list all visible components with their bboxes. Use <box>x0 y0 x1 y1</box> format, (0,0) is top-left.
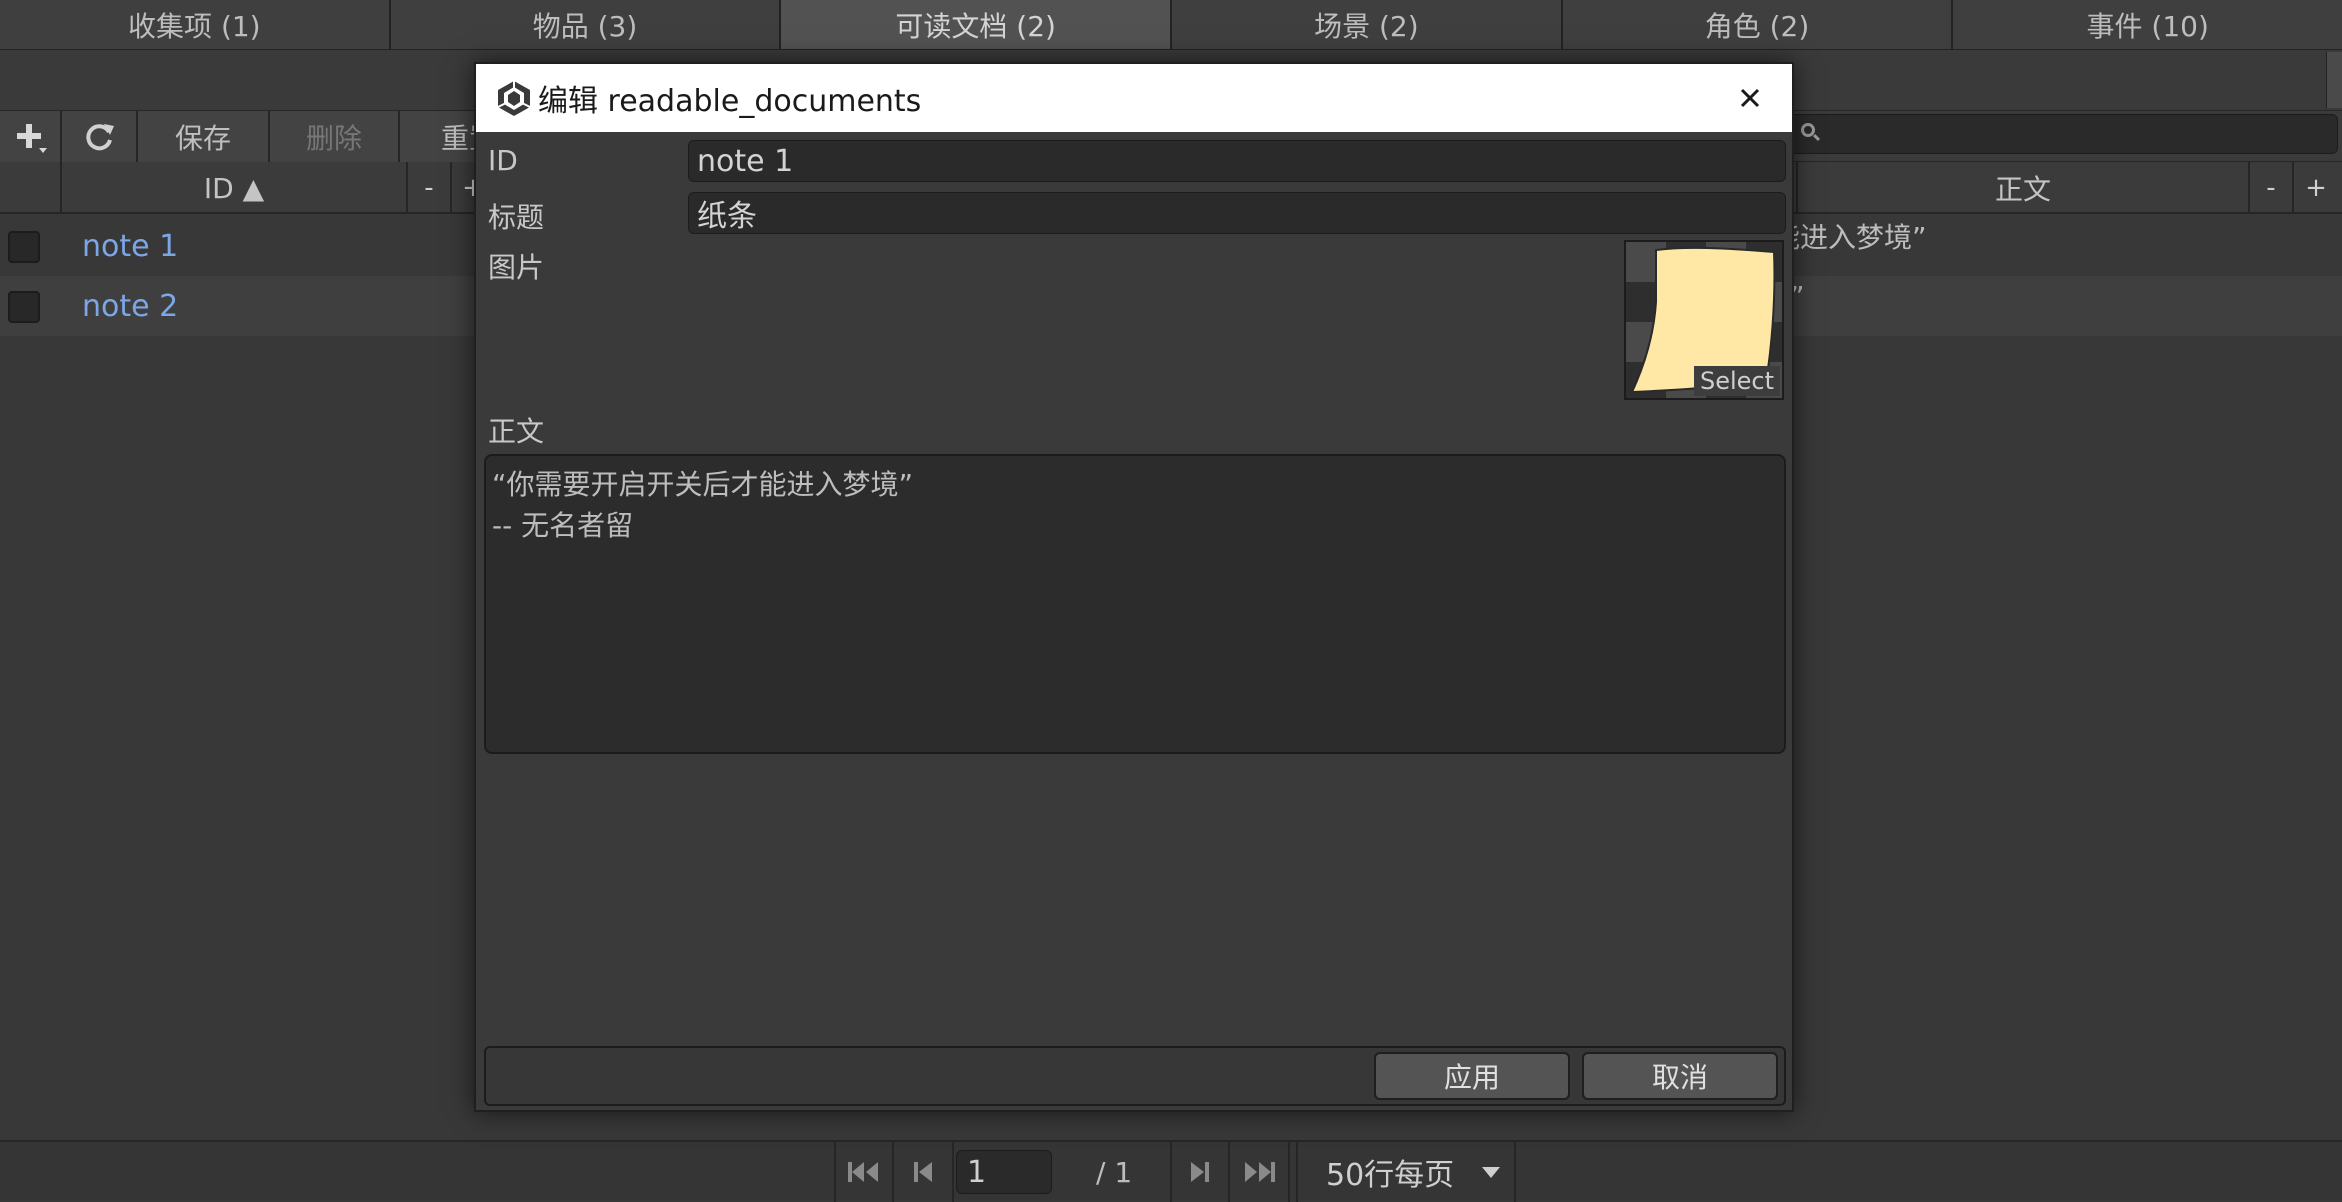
tab-events[interactable]: 事件 (10) <box>1953 0 2342 49</box>
tab-items[interactable]: 物品 (3) <box>390 0 782 49</box>
save-button[interactable]: 保存 <box>138 111 270 163</box>
last-page-icon <box>1245 1162 1275 1182</box>
search-icon <box>1801 123 1815 137</box>
page-total: / 1 <box>1096 1155 1133 1189</box>
id-field[interactable]: note 1 <box>688 140 1786 182</box>
cancel-button[interactable]: 取消 <box>1582 1052 1778 1100</box>
next-page-button[interactable] <box>1170 1142 1230 1202</box>
category-tabs: 收集项 (1) 物品 (3) 可读文档 (2) 场景 (2) 角色 (2) 事件… <box>0 0 2342 50</box>
id-label: ID <box>488 144 518 177</box>
apply-button[interactable]: 应用 <box>1374 1052 1570 1100</box>
pagination-bar: 1 / 1 50行每页 <box>0 1140 2342 1202</box>
add-button[interactable] <box>0 111 62 163</box>
row-checkbox[interactable] <box>8 231 40 263</box>
column-body-expand-button[interactable]: + <box>2294 162 2338 214</box>
refresh-button[interactable] <box>62 111 138 163</box>
row-checkbox[interactable] <box>8 291 40 323</box>
plus-icon <box>17 124 47 153</box>
title-label: 标题 <box>488 201 545 234</box>
close-icon[interactable] <box>1730 78 1770 118</box>
page-size-select[interactable]: 50行每页 <box>1296 1142 1516 1202</box>
chevron-down-icon <box>1482 1167 1500 1178</box>
delete-button[interactable]: 删除 <box>270 111 400 163</box>
dialog-title-bar: 编辑 readable_documents <box>476 64 1792 132</box>
search-input[interactable] <box>1790 114 2338 154</box>
dialog-footer: 应用 取消 <box>484 1046 1786 1106</box>
tab-readable-documents[interactable]: 可读文档 (2) <box>781 0 1173 49</box>
body-label: 正文 <box>488 415 545 448</box>
first-page-button[interactable] <box>834 1142 894 1202</box>
prev-page-button[interactable] <box>894 1142 954 1202</box>
tab-characters[interactable]: 角色 (2) <box>1562 0 1954 49</box>
body-textarea[interactable]: “你需要开启开关后才能进入梦境” -- 无名者留 <box>484 454 1786 754</box>
tab-collectibles[interactable]: 收集项 (1) <box>0 0 391 49</box>
column-id-shrink-button[interactable]: - <box>408 162 452 214</box>
dialog-title: 编辑 readable_documents <box>538 84 922 119</box>
tab-scenes[interactable]: 场景 (2) <box>1172 0 1563 49</box>
column-header-id[interactable]: ID ▲ <box>62 162 408 214</box>
last-page-button[interactable] <box>1230 1142 1290 1202</box>
column-body-shrink-button[interactable]: - <box>2250 162 2294 214</box>
page-number-input[interactable]: 1 <box>956 1150 1052 1194</box>
column-header-body[interactable]: 正文 <box>1796 162 2250 214</box>
row-id-link[interactable]: note 2 <box>82 276 178 336</box>
page-size-label: 50行每页 <box>1326 1158 1455 1193</box>
title-field[interactable]: 纸条 <box>688 192 1786 234</box>
edit-dialog: 编辑 readable_documents ID note 1 标题 纸条 图片… <box>474 62 1794 1112</box>
refresh-icon <box>86 124 114 151</box>
first-page-icon <box>848 1162 878 1182</box>
tab-scrollbar[interactable] <box>2326 52 2342 108</box>
image-select-button[interactable]: Select <box>1693 366 1780 396</box>
image-picker[interactable]: Select <box>1624 240 1784 400</box>
unity-logo-icon <box>497 81 531 116</box>
next-page-icon <box>1191 1162 1209 1182</box>
row-body-text: 能进入梦境” <box>1772 221 1927 254</box>
image-label: 图片 <box>488 251 545 284</box>
row-id-link[interactable]: note 1 <box>82 216 178 276</box>
select-all-column[interactable] <box>0 162 62 214</box>
prev-page-icon <box>914 1162 932 1182</box>
